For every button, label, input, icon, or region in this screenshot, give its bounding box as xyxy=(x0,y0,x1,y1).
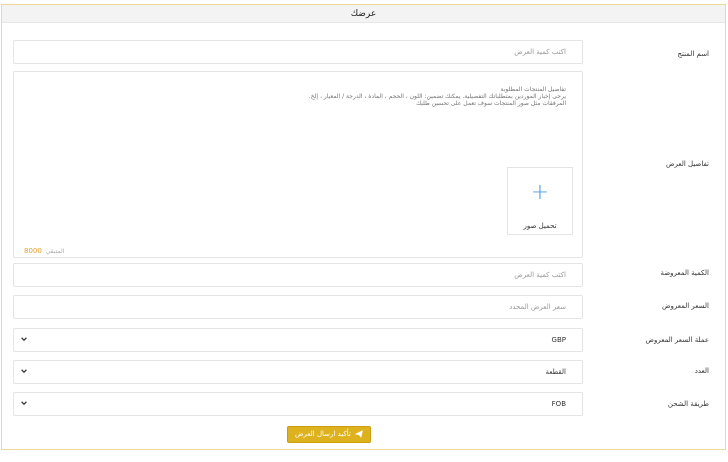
remaining-count: 8000 xyxy=(24,247,42,255)
currency-value: GBP xyxy=(551,336,566,344)
price-field[interactable] xyxy=(13,295,583,319)
unit-label: العدد xyxy=(694,367,709,375)
offer-form-panel: عرضك اسم المنتج تفاصيل العرض + تحميل صور… xyxy=(1,4,726,450)
price-label: السعر المعروض xyxy=(662,302,709,310)
price-input[interactable] xyxy=(14,296,582,318)
shipping-select[interactable]: FOB xyxy=(13,392,583,416)
offer-details-box: + تحميل صور 8000 المتبقي xyxy=(13,71,583,258)
send-icon xyxy=(354,430,363,438)
upload-images-label: تحميل صور xyxy=(523,222,557,230)
remaining-characters: 8000 المتبقي xyxy=(24,247,64,255)
shipping-value: FOB xyxy=(551,400,566,408)
offer-details-label: تفاصيل العرض xyxy=(666,160,709,168)
upload-images-button[interactable]: + تحميل صور xyxy=(507,167,573,235)
quantity-label: الكمية المعروضة xyxy=(660,269,709,277)
chevron-down-icon xyxy=(21,337,27,342)
submit-offer-label: تأكيد ارسال العرض xyxy=(294,430,351,438)
submit-offer-button[interactable]: تأكيد ارسال العرض xyxy=(287,426,371,443)
product-name-field[interactable] xyxy=(13,40,583,64)
currency-select[interactable]: GBP xyxy=(13,328,583,352)
currency-label: عملة السعر المعروض xyxy=(645,336,709,344)
unit-value: القطعة xyxy=(545,368,567,376)
chevron-down-icon xyxy=(21,401,27,406)
offer-details-textarea[interactable] xyxy=(14,72,582,164)
product-name-label: اسم المنتج xyxy=(677,50,709,58)
shipping-label: طريقة الشحن xyxy=(667,400,709,408)
plus-icon: + xyxy=(530,180,550,205)
product-name-input[interactable] xyxy=(14,41,582,63)
quantity-field[interactable] xyxy=(13,263,583,287)
chevron-down-icon xyxy=(21,369,27,374)
remaining-label: المتبقي xyxy=(45,248,65,255)
panel-title: عرضك xyxy=(2,5,725,23)
quantity-input[interactable] xyxy=(14,264,582,286)
unit-select[interactable]: القطعة xyxy=(13,360,583,384)
